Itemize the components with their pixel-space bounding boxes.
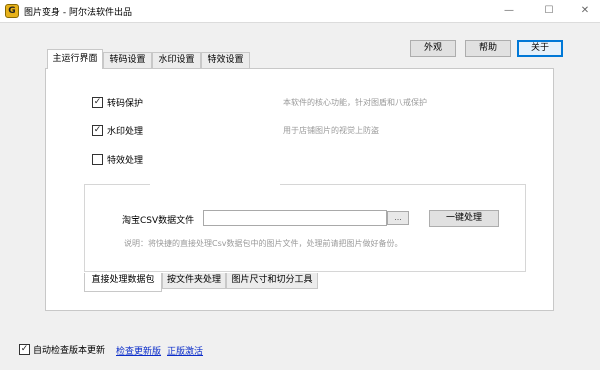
check-update-link[interactable]: 检查更新版 bbox=[116, 344, 161, 357]
group-gap bbox=[150, 180, 280, 188]
tab-transcode[interactable]: 转码设置 bbox=[103, 52, 152, 68]
effects-checkbox[interactable] bbox=[92, 154, 103, 165]
effects-label: 特效处理 bbox=[107, 156, 144, 166]
csv-label: 淘宝CSV数据文件 bbox=[122, 216, 195, 226]
tab-image-size-tool[interactable]: 图片尺寸和切分工具 bbox=[226, 273, 318, 289]
tab-direct-process[interactable]: 直接处理数据包 bbox=[84, 273, 162, 292]
watermark-label: 水印处理 bbox=[107, 127, 144, 137]
tab-watermark[interactable]: 水印设置 bbox=[152, 52, 201, 68]
window-title: 图片变身 - 阿尔法软件出品 bbox=[24, 8, 132, 18]
close-icon[interactable]: ✕ bbox=[572, 2, 598, 20]
tab-folder-process[interactable]: 按文件夹处理 bbox=[162, 273, 226, 289]
tab-effects[interactable]: 特效设置 bbox=[201, 52, 250, 68]
activate-link[interactable]: 正版激活 bbox=[167, 344, 203, 357]
minimize-icon[interactable]: — bbox=[496, 2, 522, 20]
auto-update-label: 自动检查版本更新 bbox=[33, 346, 106, 356]
browse-button[interactable]: ... bbox=[387, 211, 409, 225]
csv-note: 说明：将快捷的直接处理Csv数据包中的图片文件，处理前请把图片做好备份。 bbox=[124, 239, 403, 248]
transcode-label: 转码保护 bbox=[107, 99, 144, 109]
transcode-description: 本软件的核心功能，针对图盾和八戒保护 bbox=[283, 98, 427, 107]
transcode-checkbox[interactable]: ✓ bbox=[92, 97, 103, 108]
title-bar: G 图片变身 - 阿尔法软件出品 — ☐ ✕ bbox=[0, 0, 600, 23]
csv-group bbox=[84, 184, 526, 272]
about-button[interactable]: 关于 bbox=[517, 40, 563, 57]
csv-path-input[interactable] bbox=[203, 210, 387, 226]
watermark-checkbox[interactable]: ✓ bbox=[92, 125, 103, 136]
help-button[interactable]: 帮助 bbox=[465, 40, 511, 57]
tab-main[interactable]: 主运行界面 bbox=[47, 49, 103, 69]
appearance-button[interactable]: 外观 bbox=[410, 40, 456, 57]
maximize-icon[interactable]: ☐ bbox=[536, 2, 562, 20]
app-icon: G bbox=[5, 4, 19, 18]
watermark-description: 用于店铺图片的视觉上防盗 bbox=[283, 126, 379, 135]
one-click-process-button[interactable]: 一键处理 bbox=[429, 210, 499, 227]
auto-update-checkbox[interactable]: ✓ bbox=[19, 344, 30, 355]
